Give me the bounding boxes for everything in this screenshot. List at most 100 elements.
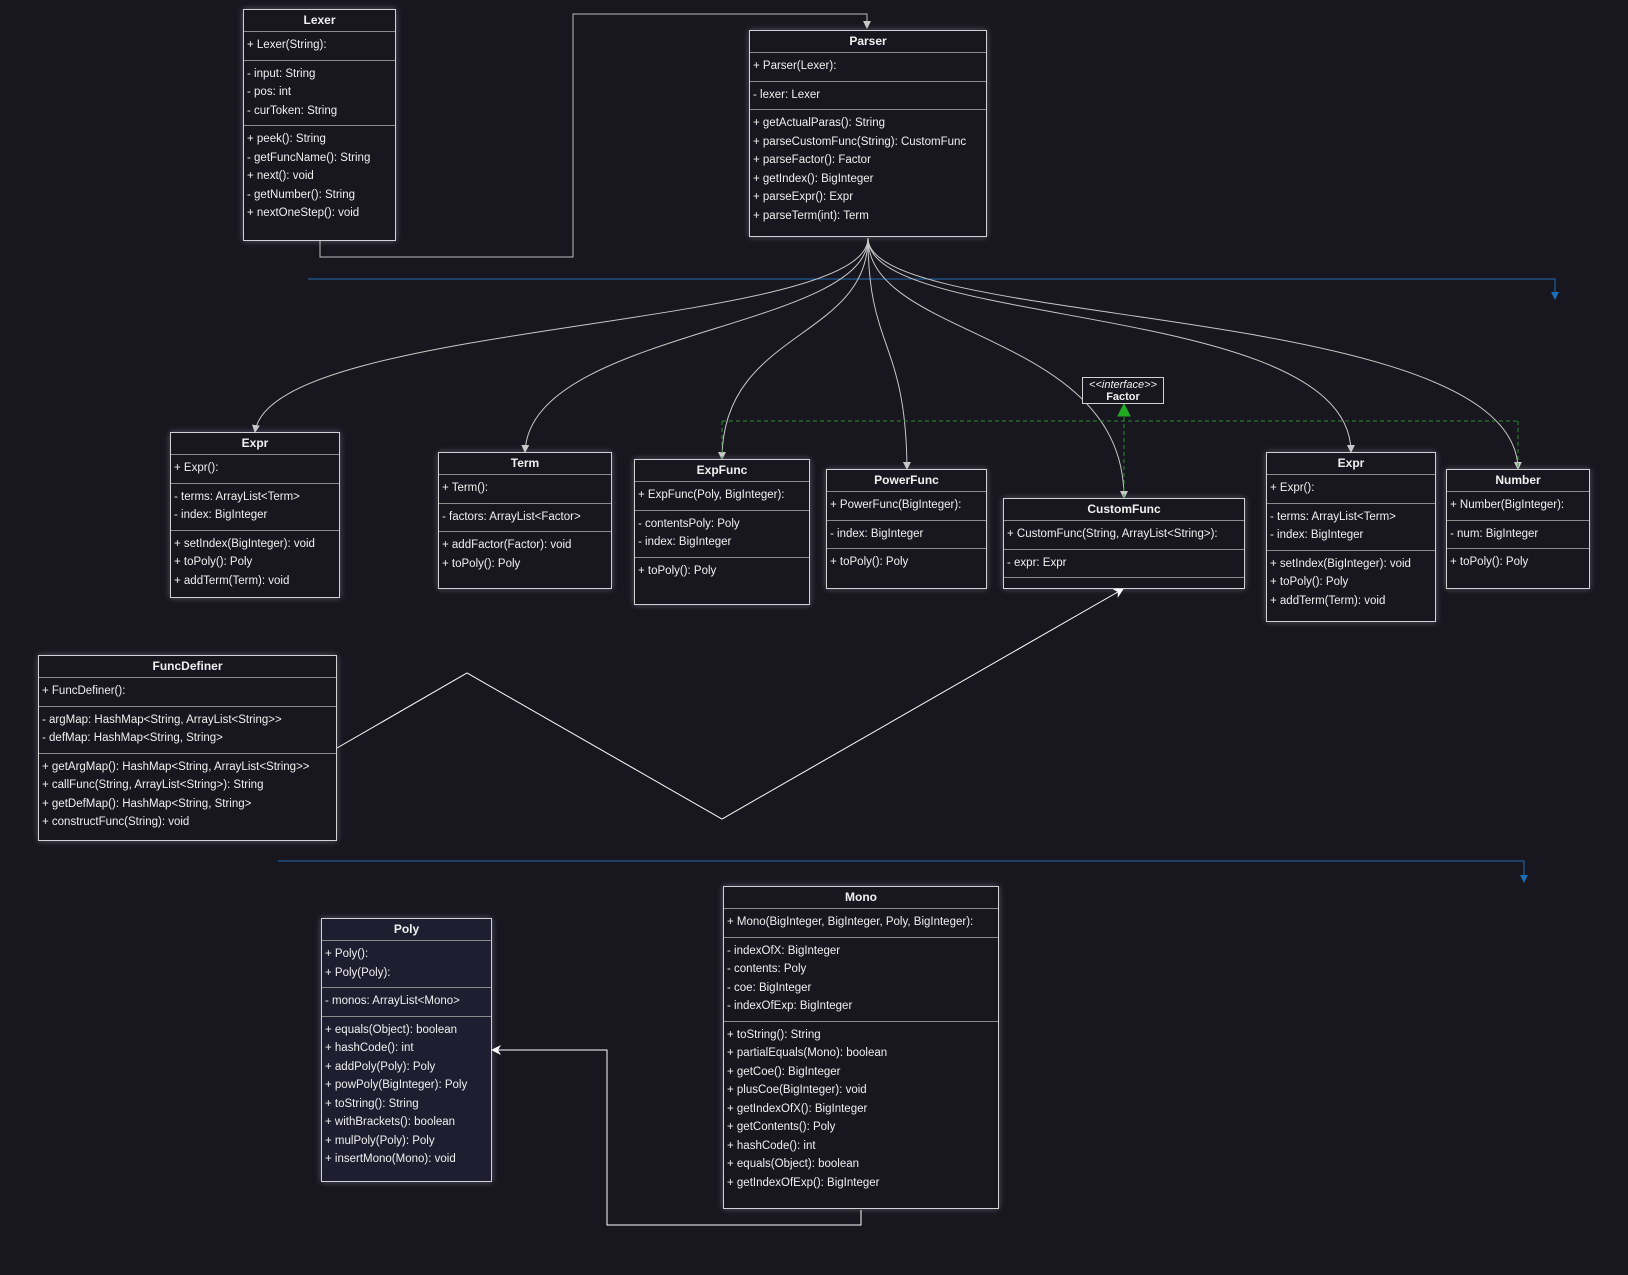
member-row[interactable]: + addTerm(Term): void bbox=[174, 572, 339, 591]
class-poly[interactable]: Poly + Poly(): + Poly(Poly): - monos: Array… bbox=[321, 918, 492, 1182]
member-row[interactable]: + toPoly(): Poly bbox=[638, 562, 809, 581]
member-row[interactable]: - curToken: String bbox=[247, 102, 395, 121]
edge-parser-expfunc bbox=[718, 237, 869, 460]
class-name: Number bbox=[1447, 470, 1589, 492]
member-row[interactable]: - index: BigInteger bbox=[1270, 526, 1435, 545]
class-expr-right[interactable]: Expr + Expr(): - terms: ArrayList<Term> - i… bbox=[1266, 452, 1436, 622]
member-row[interactable]: - argMap: HashMap<String, ArrayList<Stri… bbox=[42, 711, 336, 730]
member-row[interactable]: + getArgMap(): HashMap<String, ArrayList… bbox=[42, 758, 336, 777]
member-row[interactable]: + withBrackets(): boolean bbox=[325, 1113, 491, 1132]
member-row[interactable]: + Poly(): bbox=[325, 945, 491, 964]
member-row[interactable]: + insertMono(Mono): void bbox=[325, 1150, 491, 1169]
member-row[interactable]: + addFactor(Factor): void bbox=[442, 536, 611, 555]
member-row[interactable]: + callFunc(String, ArrayList<String>): S… bbox=[42, 776, 336, 795]
member-row[interactable]: + setIndex(BigInteger): void bbox=[1270, 555, 1435, 574]
class-funcdefiner[interactable]: FuncDefiner + FuncDefiner(): - argMap: Has… bbox=[38, 655, 337, 841]
class-term[interactable]: Term + Term(): - factors: ArrayList<Factor… bbox=[438, 452, 612, 589]
member-row[interactable]: + powPoly(BigInteger): Poly bbox=[325, 1076, 491, 1095]
member-row[interactable]: + Number(BigInteger): bbox=[1450, 496, 1589, 515]
class-expfunc[interactable]: ExpFunc + ExpFunc(Poly, BigInteger): - con… bbox=[634, 459, 810, 605]
member-row[interactable]: + toPoly(): Poly bbox=[442, 555, 611, 574]
constructors-section: + Term(): bbox=[439, 475, 611, 504]
class-mono[interactable]: Mono + Mono(BigInteger, BigInteger, Poly,… bbox=[723, 886, 999, 1209]
member-row[interactable]: + constructFunc(String): void bbox=[42, 813, 336, 832]
member-row[interactable]: - terms: ArrayList<Term> bbox=[1270, 508, 1435, 527]
methods-section: + getActualParas(): String + parseCustomF… bbox=[750, 110, 986, 230]
member-row[interactable]: + toPoly(): Poly bbox=[1450, 553, 1589, 572]
class-powerfunc[interactable]: PowerFunc + PowerFunc(BigInteger): - index… bbox=[826, 469, 987, 589]
member-row[interactable]: + FuncDefiner(): bbox=[42, 682, 336, 701]
member-row[interactable]: - expr: Expr bbox=[1007, 554, 1244, 573]
member-row[interactable]: - index: BigInteger bbox=[830, 525, 986, 544]
member-row[interactable]: + parseTerm(int): Term bbox=[753, 207, 986, 226]
member-row[interactable]: - monos: ArrayList<Mono> bbox=[325, 992, 491, 1011]
member-row[interactable]: + toPoly(): Poly bbox=[830, 553, 986, 572]
member-row[interactable]: - input: String bbox=[247, 65, 395, 84]
member-row[interactable]: + hashCode(): int bbox=[727, 1137, 998, 1156]
member-row[interactable]: + hashCode(): int bbox=[325, 1039, 491, 1058]
edge-parser-expr-right bbox=[867, 237, 1355, 453]
member-row[interactable]: + getContents(): Poly bbox=[727, 1118, 998, 1137]
member-row[interactable]: + PowerFunc(BigInteger): bbox=[830, 496, 986, 515]
member-row[interactable]: + getIndex(): BigInteger bbox=[753, 170, 986, 189]
member-row[interactable]: - lexer: Lexer bbox=[753, 86, 986, 105]
member-row[interactable]: + toPoly(): Poly bbox=[1270, 573, 1435, 592]
member-row[interactable]: + getIndexOfX(): BigInteger bbox=[727, 1100, 998, 1119]
interface-factor[interactable]: <<interface>> Factor bbox=[1082, 377, 1164, 404]
member-row[interactable]: - defMap: HashMap<String, String> bbox=[42, 729, 336, 748]
member-row[interactable]: - indexOfExp: BigInteger bbox=[727, 997, 998, 1016]
member-row[interactable]: - contentsPoly: Poly bbox=[638, 515, 809, 534]
member-row[interactable]: + setIndex(BigInteger): void bbox=[174, 535, 339, 554]
class-name: PowerFunc bbox=[827, 470, 986, 492]
member-row[interactable]: + getCoe(): BigInteger bbox=[727, 1063, 998, 1082]
member-row[interactable]: + Expr(): bbox=[174, 459, 339, 478]
member-row[interactable]: - index: BigInteger bbox=[174, 506, 339, 525]
member-row[interactable]: + Term(): bbox=[442, 479, 611, 498]
member-row[interactable]: + partialEquals(Mono): boolean bbox=[727, 1044, 998, 1063]
class-name: Expr bbox=[1267, 453, 1435, 475]
member-row[interactable]: + toString(): String bbox=[325, 1095, 491, 1114]
member-row[interactable]: - num: BigInteger bbox=[1450, 525, 1589, 544]
member-row[interactable]: + parseFactor(): Factor bbox=[753, 151, 986, 170]
class-name: FuncDefiner bbox=[39, 656, 336, 678]
member-row[interactable]: + Lexer(String): bbox=[247, 36, 395, 55]
member-row[interactable]: + next(): void bbox=[247, 167, 395, 186]
member-row[interactable]: - terms: ArrayList<Term> bbox=[174, 488, 339, 507]
member-row[interactable]: + getIndexOfExp(): BigInteger bbox=[727, 1174, 998, 1193]
member-row[interactable]: + peek(): String bbox=[247, 130, 395, 149]
member-row[interactable]: + addTerm(Term): void bbox=[1270, 592, 1435, 611]
member-row[interactable]: + toPoly(): Poly bbox=[174, 553, 339, 572]
class-name: ExpFunc bbox=[635, 460, 809, 482]
member-row[interactable]: + Mono(BigInteger, BigInteger, Poly, Big… bbox=[727, 913, 998, 932]
member-row[interactable]: + CustomFunc(String, ArrayList<String>): bbox=[1007, 525, 1244, 544]
member-row[interactable]: + equals(Object): boolean bbox=[325, 1021, 491, 1040]
member-row[interactable]: + Expr(): bbox=[1270, 479, 1435, 498]
member-row[interactable]: - getFuncName(): String bbox=[247, 149, 395, 168]
member-row[interactable]: - contents: Poly bbox=[727, 960, 998, 979]
member-row[interactable]: + equals(Object): boolean bbox=[727, 1155, 998, 1174]
class-number[interactable]: Number + Number(BigInteger): - num: BigInt… bbox=[1446, 469, 1590, 589]
member-row[interactable]: - coe: BigInteger bbox=[727, 979, 998, 998]
member-row[interactable]: - factors: ArrayList<Factor> bbox=[442, 508, 611, 527]
member-row[interactable]: - index: BigInteger bbox=[638, 533, 809, 552]
member-row[interactable]: + Parser(Lexer): bbox=[753, 57, 986, 76]
class-parser[interactable]: Parser + Parser(Lexer): - lexer: Lexer + ge… bbox=[749, 30, 987, 237]
member-row[interactable]: - getNumber(): String bbox=[247, 186, 395, 205]
fields-section: - terms: ArrayList<Term> - index: BigInte… bbox=[1267, 504, 1435, 551]
member-row[interactable]: + getDefMap(): HashMap<String, String> bbox=[42, 795, 336, 814]
member-row[interactable]: + nextOneStep(): void bbox=[247, 204, 395, 223]
member-row[interactable]: + mulPoly(Poly): Poly bbox=[325, 1132, 491, 1151]
class-customfunc[interactable]: CustomFunc + CustomFunc(String, ArrayList… bbox=[1003, 498, 1245, 589]
member-row[interactable]: + Poly(Poly): bbox=[325, 964, 491, 983]
class-lexer[interactable]: Lexer + Lexer(String): - input: String - po… bbox=[243, 9, 396, 241]
member-row[interactable]: + toString(): String bbox=[727, 1026, 998, 1045]
member-row[interactable]: + parseExpr(): Expr bbox=[753, 188, 986, 207]
member-row[interactable]: + ExpFunc(Poly, BigInteger): bbox=[638, 486, 809, 505]
member-row[interactable]: - indexOfX: BigInteger bbox=[727, 942, 998, 961]
member-row[interactable]: + addPoly(Poly): Poly bbox=[325, 1058, 491, 1077]
member-row[interactable]: - pos: int bbox=[247, 83, 395, 102]
member-row[interactable]: + parseCustomFunc(String): CustomFunc bbox=[753, 133, 986, 152]
member-row[interactable]: + getActualParas(): String bbox=[753, 114, 986, 133]
member-row[interactable]: + plusCoe(BigInteger): void bbox=[727, 1081, 998, 1100]
class-expr-left[interactable]: Expr + Expr(): - terms: ArrayList<Term> - i… bbox=[170, 432, 340, 598]
